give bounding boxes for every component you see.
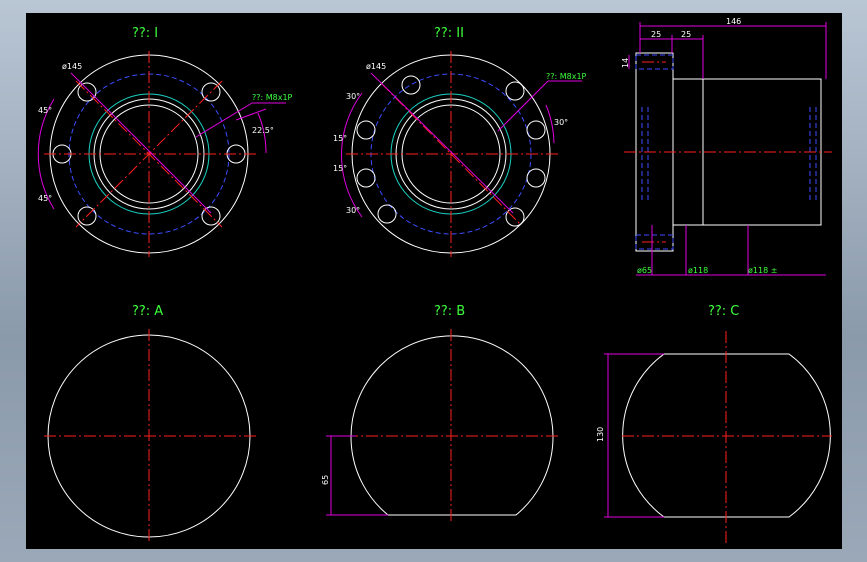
section-flat-bottom	[350, 335, 554, 516]
side-dim-bottom-2: ø118	[688, 266, 708, 275]
view-a: ??: A	[44, 304, 256, 543]
bolt-hole	[356, 120, 376, 140]
bolt-hole	[377, 204, 397, 224]
side-dim-bottom-1: ø65	[637, 266, 652, 275]
bolt-hole	[356, 168, 376, 188]
view-2: ??: II ø145 30° 15° 15° 30° ??: M8x1P 30…	[333, 26, 587, 257]
hidden-thread	[635, 54, 674, 70]
view-1-title: ??: I	[132, 26, 158, 41]
side-dim-total: 146	[726, 17, 741, 26]
angle-arc-right	[545, 104, 555, 144]
side-dim-14: 14	[621, 58, 630, 68]
hidden-thread	[635, 234, 674, 250]
view-a-title: ??: A	[132, 304, 163, 319]
view-c: ??: C 130	[596, 304, 832, 543]
angle-ext	[235, 108, 267, 121]
v1-diameter-label: ø145	[62, 62, 82, 71]
v2-angle-d: 30°	[346, 206, 360, 215]
view-b-title: ??: B	[434, 304, 465, 319]
bolt-hole	[526, 120, 546, 140]
v2-angle-b: 15°	[333, 134, 347, 143]
v1-angle-right: 22.5°	[252, 126, 274, 135]
view-c-title: ??: C	[708, 304, 739, 319]
side-dim-b: 25	[681, 30, 691, 39]
b-dim-65: 65	[321, 475, 330, 485]
bolt-hole	[505, 81, 525, 101]
thread-leader	[195, 102, 253, 138]
view-b: ??: B 65	[321, 304, 558, 523]
bolt-hole	[401, 75, 421, 95]
v2-angle-a: 30°	[346, 92, 360, 101]
v1-thread-callout: ??: M8x1P	[252, 93, 293, 102]
cad-drawing: ??: I ø145 45° 45° ??: M8x1P 22.5° ??: I…	[37, 17, 832, 543]
drawing-canvas[interactable]: ??: I ø145 45° 45° ??: M8x1P 22.5° ??: I…	[26, 13, 842, 549]
view-1: ??: I ø145 45° 45° ??: M8x1P 22.5°	[37, 26, 293, 257]
bolt-hole	[505, 207, 525, 227]
bolt-hole	[526, 168, 546, 188]
v1-angle-top: 45°	[38, 106, 52, 115]
v2-thread-callout: ??: M8x1P	[546, 72, 587, 81]
view-2-title: ??: II	[434, 26, 464, 41]
v2-angle-c: 15°	[333, 164, 347, 173]
c-dim-130: 130	[596, 427, 605, 442]
v2-diameter-label: ø145	[366, 62, 386, 71]
thread-leader	[497, 80, 549, 132]
v2-angle-right: 30°	[554, 118, 568, 127]
side-view: 146 25 25 14 ø65 ø118 ø118 ±	[621, 17, 832, 276]
diameter-dim-line	[70, 72, 212, 214]
side-dim-a: 25	[651, 30, 661, 39]
v1-angle-bottom: 45°	[38, 194, 52, 203]
side-dim-bottom-3: ø118 ±	[748, 266, 777, 275]
